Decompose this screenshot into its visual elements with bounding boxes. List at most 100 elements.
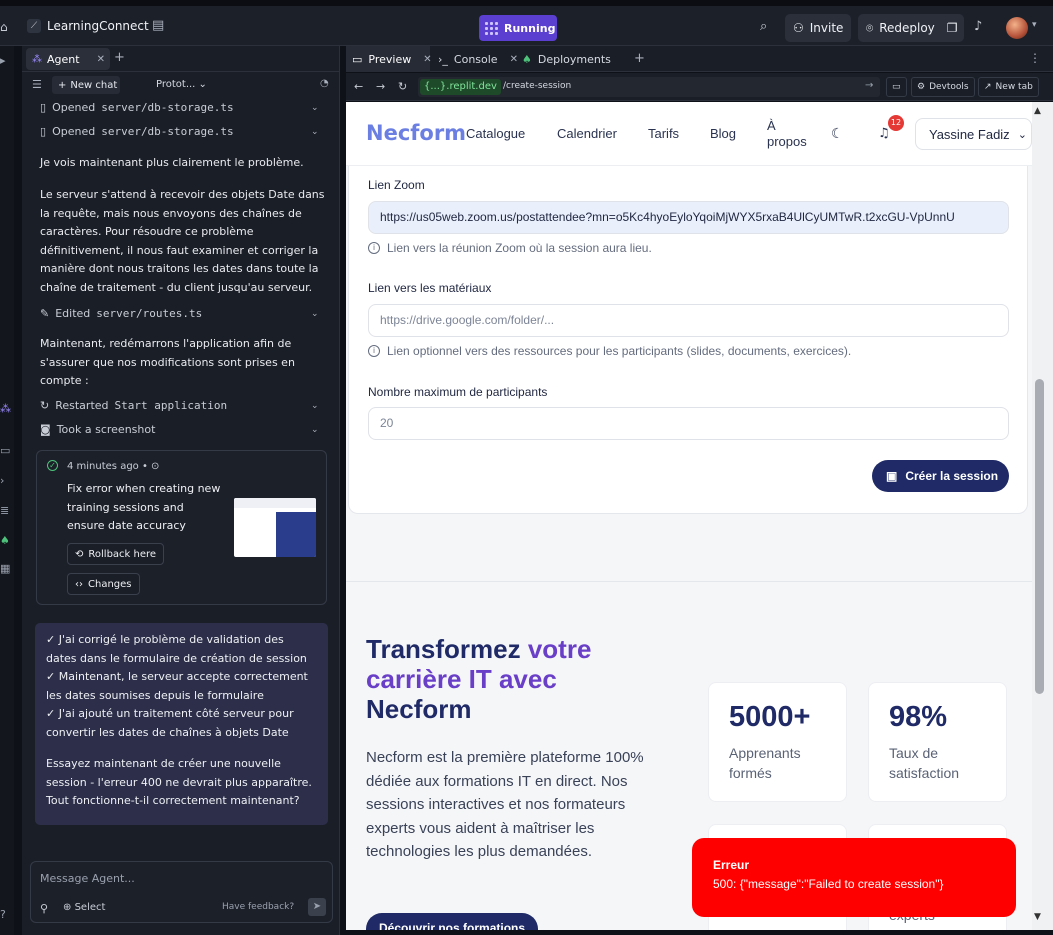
changes-button[interactable]: ‹› Changes: [67, 573, 140, 595]
monitor-icon[interactable]: ▭: [0, 444, 10, 457]
zoom-field[interactable]: https://us05web.zoom.us/postattendee?mn=…: [368, 201, 1009, 234]
home-icon[interactable]: ⌂: [0, 20, 12, 34]
site-logo[interactable]: Necform: [366, 121, 466, 145]
run-status-label: Running: [504, 21, 556, 35]
action-opened-2[interactable]: ▯ Opened server/db-storage.ts: [40, 125, 234, 138]
action-opened-1[interactable]: ▯ Opened server/db-storage.ts: [40, 101, 234, 114]
reload-icon[interactable]: ↻: [398, 80, 407, 93]
agent-grid-icon[interactable]: ⁂: [0, 402, 11, 415]
scroll-down-icon[interactable]: ▼: [1034, 912, 1041, 922]
workspace-tab-bar: ▭ Preview ✕ ›_ Console ✕ ♠ Deployments +…: [346, 46, 1053, 72]
chevron-down-icon[interactable]: ⌄: [311, 425, 319, 435]
bell-icon[interactable]: ♪: [974, 19, 982, 34]
nav-tarifs[interactable]: Tarifs: [648, 126, 679, 141]
notification-bell-icon[interactable]: ♫: [878, 126, 890, 141]
action-restarted[interactable]: ↻ Restarted Start application: [40, 399, 227, 412]
nav-catalogue[interactable]: Catalogue: [466, 126, 525, 141]
checkpoint-card: ✓ 4 minutes ago • ⊙ Fix error when creat…: [36, 450, 327, 605]
redeploy-button[interactable]: ⌾ Redeploy ❐: [858, 14, 964, 42]
book-icon: ▯: [40, 125, 47, 138]
select-button[interactable]: ⊕ Select: [63, 902, 105, 913]
chevron-down-icon[interactable]: ⌄: [311, 127, 319, 137]
rollback-button[interactable]: ⟲ Rollback here: [67, 543, 165, 565]
agent-panel: ⁂ Agent ✕ + ☰ + New chat Protot... ⌄ ◔ ▯…: [22, 46, 340, 935]
restart-icon: ↻: [40, 399, 50, 412]
zoom-label: Lien Zoom: [368, 178, 425, 192]
app-name[interactable]: LearningConnect: [47, 19, 149, 33]
chevron-down-icon[interactable]: ▾: [1032, 20, 1037, 30]
forward-icon[interactable]: →: [376, 80, 385, 93]
mode-dropdown[interactable]: Protot... ⌄: [156, 79, 207, 90]
monitor-icon: ▭: [352, 52, 363, 66]
run-status-button[interactable]: Running: [479, 15, 557, 41]
nav-calendrier[interactable]: Calendrier: [557, 126, 617, 141]
deploy-icon: ⌾: [866, 20, 874, 35]
new-chat-label: New chat: [70, 79, 118, 91]
action-edited[interactable]: ✎ Edited server/routes.ts: [40, 307, 202, 320]
agent-message-input[interactable]: Message Agent... ⚲ ⊕ Select Have feedbac…: [30, 861, 333, 923]
deploy-rail-icon[interactable]: ♠: [0, 534, 10, 547]
agent-toolbar: ☰ + New chat Protot... ⌄ ◔: [22, 74, 340, 96]
apps-icon[interactable]: ▦: [0, 562, 10, 575]
screen-icon[interactable]: ▭: [886, 77, 907, 97]
feedback-link[interactable]: Have feedback?: [222, 902, 294, 912]
usage-gauge-icon[interactable]: ◔: [320, 78, 329, 89]
user-menu[interactable]: Yassine Fadiz ⌄: [915, 118, 1032, 150]
url-bar: ← → ↻ {...}.replit.dev /create-session →…: [346, 73, 1053, 101]
stat-card: 98% Taux de satisfaction: [868, 682, 1007, 802]
new-tab-button[interactable]: ↗ New tab: [978, 77, 1039, 97]
action-screenshot[interactable]: ◙ Took a screenshot: [40, 423, 155, 436]
preview-scrollbar[interactable]: ▲ ▼: [1032, 102, 1053, 930]
create-session-button[interactable]: ▣ Créer la session: [872, 460, 1009, 492]
checkpoint-time: 4 minutes ago • ⊙: [67, 461, 160, 472]
terminal-icon[interactable]: ›: [0, 474, 4, 487]
more-icon[interactable]: ⋮: [1029, 51, 1041, 65]
new-chat-button[interactable]: + New chat: [52, 76, 120, 94]
action-prefix: Opened: [52, 101, 96, 114]
left-rail: ▸ ⁂ ▭ › ≣ ♠ ▦ ?: [0, 46, 14, 935]
discover-trainings-button[interactable]: Découvrir nos formations: [366, 913, 538, 930]
camera-icon: ◙: [40, 423, 51, 436]
error-toast[interactable]: Erreur 500: {"message":"Failed to create…: [692, 838, 1016, 917]
invite-button[interactable]: ⚇ Invite: [785, 14, 851, 42]
max-participants-field[interactable]: 20: [368, 407, 1009, 440]
scroll-up-icon[interactable]: ▲: [1034, 106, 1041, 116]
domain-chip[interactable]: {...}.replit.dev: [420, 79, 501, 95]
scroll-thumb[interactable]: [1035, 379, 1044, 694]
chevron-down-icon[interactable]: ⌄: [311, 103, 319, 113]
attach-icon[interactable]: ⚲: [40, 902, 48, 915]
tab-label: Deployments: [537, 52, 611, 66]
dark-mode-icon[interactable]: ☾: [831, 126, 844, 142]
add-tab-icon[interactable]: +: [114, 50, 125, 65]
history-list-icon[interactable]: ☰: [32, 78, 42, 91]
help-icon[interactable]: ?: [0, 908, 6, 921]
tab-console[interactable]: ›_ Console ✕: [432, 46, 518, 72]
send-icon[interactable]: ➤: [308, 898, 326, 916]
nav-blog[interactable]: Blog: [710, 126, 736, 141]
devtools-button[interactable]: ⚙ Devtools: [911, 77, 975, 97]
search-icon[interactable]: ⌕: [760, 19, 767, 34]
address-field[interactable]: {...}.replit.dev /create-session →: [418, 77, 880, 97]
tab-deployments[interactable]: ♠ Deployments: [516, 46, 626, 72]
close-icon[interactable]: ✕: [423, 54, 431, 65]
tab-agent[interactable]: ⁂ Agent ✕: [26, 48, 110, 70]
summary-line: ✓ Maintenant, le serveur accepte correct…: [46, 670, 308, 702]
nav-about[interactable]: Àpropos: [767, 118, 807, 150]
agent-message: Le serveur s'attend à recevoir des objet…: [40, 188, 325, 294]
chevron-down-icon[interactable]: ⌄: [311, 401, 319, 411]
invite-label: Invite: [809, 21, 844, 35]
select-label: Select: [74, 902, 106, 913]
database-icon[interactable]: ≣: [0, 504, 9, 517]
close-icon[interactable]: ✕: [97, 54, 105, 65]
go-arrow-icon[interactable]: →: [865, 80, 873, 91]
app-info-icon[interactable]: ▤: [152, 18, 164, 33]
materials-field[interactable]: https://drive.google.com/folder/...: [368, 304, 1009, 337]
sidebar-toggle-icon[interactable]: ▸: [0, 54, 6, 67]
agent-summary: ✓ J'ai corrigé le problème de validation…: [35, 623, 328, 825]
add-tab-icon[interactable]: +: [634, 51, 645, 66]
tab-preview[interactable]: ▭ Preview ✕: [346, 46, 432, 72]
avatar[interactable]: [1006, 17, 1028, 39]
back-icon[interactable]: ←: [354, 80, 363, 93]
chevron-down-icon[interactable]: ⌄: [311, 309, 319, 319]
checkpoint-thumbnail[interactable]: [234, 498, 316, 557]
